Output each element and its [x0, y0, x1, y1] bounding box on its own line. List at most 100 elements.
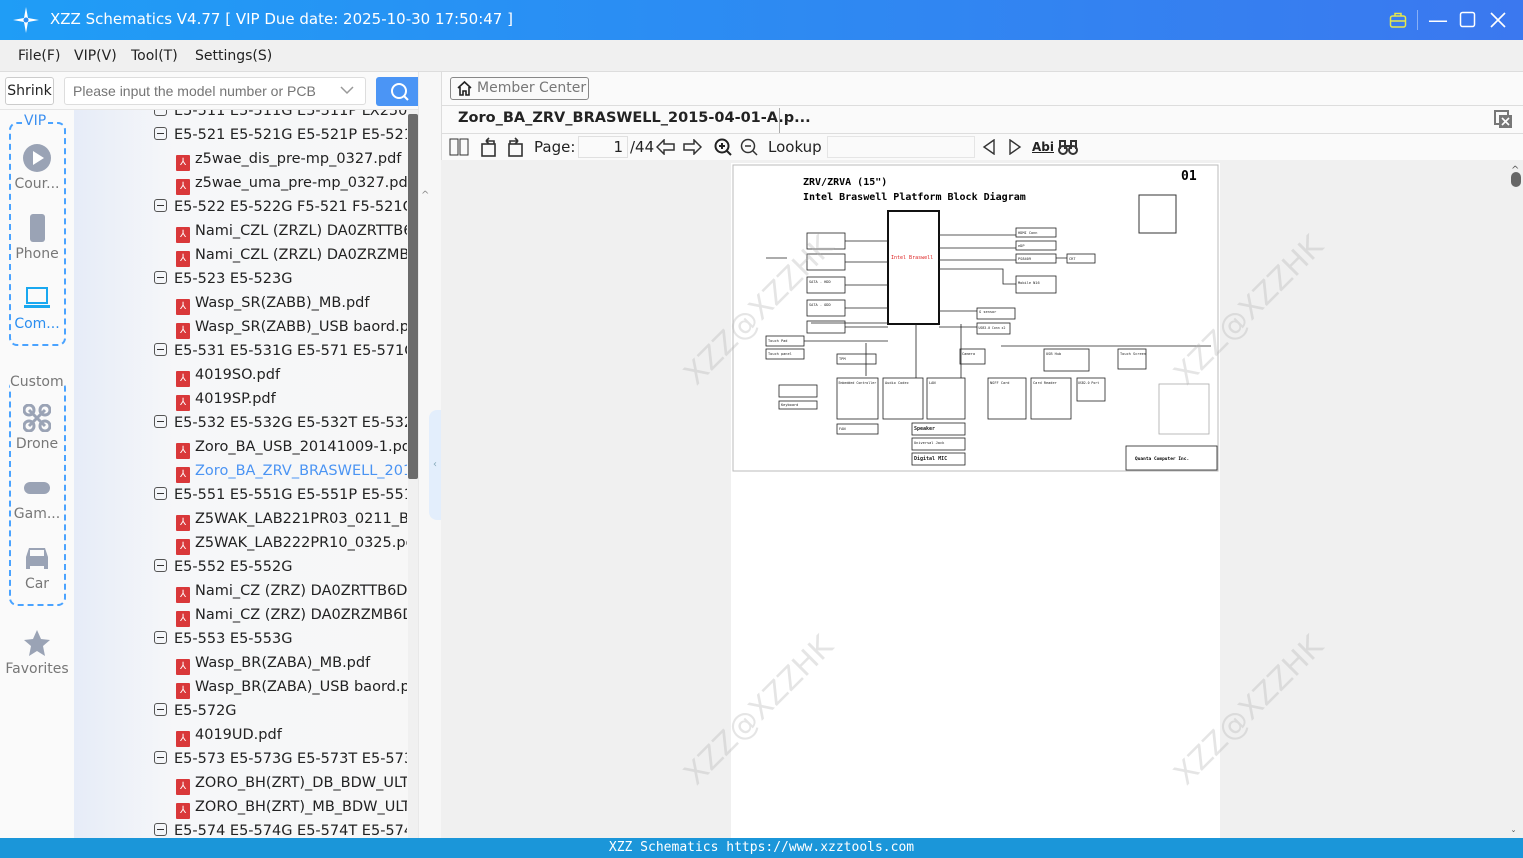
menu-file[interactable]: File(F): [18, 48, 60, 64]
next-page-icon[interactable]: [682, 139, 702, 155]
tree-file[interactable]: ⅄ z5wae_uma_pre-mp_0327.pdf: [176, 171, 407, 195]
block-digital-mic: Digital MIC: [914, 456, 947, 462]
tree-group[interactable]: E5-531 E5-531G E5-571 E5-571G V: [154, 339, 407, 363]
block-usb-hub: USB Hub: [1046, 352, 1061, 356]
tree-item-label: ZORO_BH(ZRT)_DB_BDW_ULT.p: [195, 775, 407, 791]
collapse-icon[interactable]: [154, 110, 167, 116]
lookup-label: Lookup: [768, 138, 822, 156]
tree-file[interactable]: ⅄ ZORO_BH(ZRT)_MB_BDW_ULT.p: [176, 795, 407, 819]
tree-file[interactable]: ⅄ Nami_CZ (ZRZ) DA0ZRZMB6D0: [176, 603, 407, 627]
page-number-input[interactable]: 1: [578, 136, 628, 158]
member-center-button[interactable]: Member Center: [450, 77, 589, 100]
zoom-out-icon[interactable]: [740, 138, 758, 156]
collapse-icon[interactable]: [154, 823, 167, 836]
chevron-up-icon[interactable]: ^: [421, 190, 429, 201]
model-search-input[interactable]: [64, 77, 366, 105]
two-page-view-icon[interactable]: [449, 138, 469, 156]
tree-group[interactable]: E5-572G: [154, 699, 407, 723]
tree-file[interactable]: ⅄ Zoro_BA_ZRV_BRASWELL_2015-04-01-A.pdf: [176, 459, 407, 483]
tree-group[interactable]: E5-552 E5-552G: [154, 555, 407, 579]
close-button[interactable]: [1489, 11, 1507, 29]
find-next-icon[interactable]: [1008, 139, 1022, 155]
collapse-icon[interactable]: [154, 703, 167, 716]
menu-tool[interactable]: Tool(T): [131, 48, 178, 64]
tree-file[interactable]: ⅄ 4019UD.pdf: [176, 723, 407, 747]
tree-group[interactable]: E5-573 E5-573G E5-573T E5-573TG: [154, 747, 407, 771]
lookup-input[interactable]: [827, 136, 975, 158]
tree-file[interactable]: ⅄ Wasp_SR(ZABB)_USB baord.pdf: [176, 315, 407, 339]
tree-scrollbar-thumb[interactable]: [408, 114, 418, 479]
tree-item-label: Z5WAK_LAB222PR10_0325.pdf: [195, 535, 407, 551]
zoom-in-icon[interactable]: [714, 138, 732, 156]
tree-group[interactable]: E5-523 E5-523G: [154, 267, 407, 291]
nav-drone[interactable]: Drone: [0, 404, 74, 452]
collapse-icon[interactable]: [154, 751, 167, 764]
tree-file[interactable]: ⅄ Wasp_BR(ZABA)_USB baord.pdf: [176, 675, 407, 699]
page-label: Page:: [534, 138, 576, 156]
tree-item-label: E5-553 E5-553G: [174, 631, 293, 647]
nav-computer[interactable]: Com...: [0, 284, 74, 332]
close-tab-icon[interactable]: [1494, 110, 1514, 130]
tree-group[interactable]: E5-521 E5-521G E5-521P E5-521PG: [154, 123, 407, 147]
tree-file[interactable]: ⅄ z5wae_dis_pre-mp_0327.pdf: [176, 147, 407, 171]
collapse-panel-button[interactable]: ‹: [429, 410, 441, 520]
tree-file[interactable]: ⅄ 4019SP.pdf: [176, 387, 407, 411]
viewer-scrollbar-thumb[interactable]: [1511, 172, 1521, 187]
block-usb2-port: USB2.0 Port: [1078, 381, 1099, 385]
tree-group[interactable]: E5-551 E5-551G E5-551P E5-551PG: [154, 483, 407, 507]
tree-group[interactable]: E5-574 E5-574G E5-574T E5-574TG: [154, 819, 407, 838]
menu-settings[interactable]: Settings(S): [195, 48, 272, 64]
tree-group[interactable]: E5-522 E5-522G F5-521 F5-521G: [154, 195, 407, 219]
collapse-icon[interactable]: [154, 415, 167, 428]
menu-vip[interactable]: VIP(V): [74, 48, 117, 64]
tree-file[interactable]: ⅄ Nami_CZ (ZRZ) DA0ZRTTB6D0 (: [176, 579, 407, 603]
document-tab[interactable]: Zoro_BA_ZRV_BRASWELL_2015-04-01-A.p...: [458, 110, 811, 126]
tree-group[interactable]: E5-511 E5-511G E5-511P LX2509: [154, 110, 407, 123]
window-title: XZZ Schematics V4.77 [ VIP Due date: 202…: [50, 10, 513, 28]
panel-splitter[interactable]: ^ ‹: [418, 72, 441, 838]
shrink-button[interactable]: Shrink: [5, 77, 54, 105]
tree-item-label: E5-523 E5-523G: [174, 271, 293, 287]
tree-file[interactable]: ⅄ Zoro_BA_USB_20141009-1.pdf: [176, 435, 407, 459]
block-crt: CRT: [1069, 257, 1076, 261]
tree-group[interactable]: E5-532 E5-532G E5-532T E5-532TG: [154, 411, 407, 435]
match-case-button[interactable]: Abi: [1032, 140, 1054, 154]
tree-group[interactable]: E5-553 E5-553G: [154, 627, 407, 651]
pdf-icon: ⅄: [176, 467, 190, 483]
collapse-icon[interactable]: [154, 199, 167, 212]
maximize-button[interactable]: [1459, 11, 1477, 29]
nav-game[interactable]: Gam...: [0, 474, 74, 522]
previous-page-icon[interactable]: [656, 139, 676, 155]
nav-car[interactable]: Car: [0, 544, 74, 592]
collapse-icon[interactable]: [154, 271, 167, 284]
nav-phone[interactable]: Phone: [0, 214, 74, 262]
vip-label: VIP: [22, 113, 49, 129]
tree-file[interactable]: ⅄ 4019SO.pdf: [176, 363, 407, 387]
menu-bar: File(F) VIP(V) Tool(T) Settings(S): [0, 40, 1523, 72]
rotate-left-icon[interactable]: [479, 137, 499, 157]
tree-file[interactable]: ⅄ ZORO_BH(ZRT)_DB_BDW_ULT.p: [176, 771, 407, 795]
nav-courses[interactable]: Cour...: [0, 144, 74, 192]
collapse-icon[interactable]: [154, 631, 167, 644]
collapse-icon[interactable]: [154, 127, 167, 140]
find-previous-icon[interactable]: [982, 139, 996, 155]
briefcase-icon[interactable]: [1389, 11, 1407, 29]
collapse-icon[interactable]: [154, 559, 167, 572]
collapse-icon[interactable]: [154, 487, 167, 500]
binoculars-icon[interactable]: [1058, 138, 1078, 156]
tree-file[interactable]: ⅄ Z5WAK_LAB222PR10_0325.pdf: [176, 531, 407, 555]
tree-file[interactable]: ⅄ Z5WAK_LAB221PR03_0211_BOM: [176, 507, 407, 531]
chevron-down-icon[interactable]: [340, 85, 354, 95]
minimize-button[interactable]: —: [1426, 8, 1450, 32]
nav-favorites[interactable]: Favorites: [0, 629, 74, 677]
collapse-icon[interactable]: [154, 343, 167, 356]
tree-file[interactable]: ⅄ Wasp_BR(ZABA)_MB.pdf: [176, 651, 407, 675]
rotate-right-icon[interactable]: [505, 137, 525, 157]
tree-file[interactable]: ⅄ Wasp_SR(ZABB)_MB.pdf: [176, 291, 407, 315]
title-bar: XZZ Schematics V4.77 [ VIP Due date: 202…: [0, 0, 1523, 40]
gamepad-icon: [24, 482, 50, 494]
tree-item-label: Nami_CZ (ZRZ) DA0ZRTTB6D0 (: [195, 583, 407, 599]
tree-file[interactable]: ⅄ Nami_CZL (ZRZL) DA0ZRTTB6D0: [176, 219, 407, 243]
block-keyboard: Keyboard: [781, 403, 798, 407]
tree-file[interactable]: ⅄ Nami_CZL (ZRZL) DA0ZRZMB6D0: [176, 243, 407, 267]
